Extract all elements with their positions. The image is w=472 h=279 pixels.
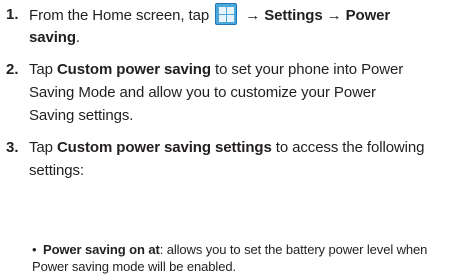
- custom-power-saving-settings-label: Custom power saving settings: [56, 139, 272, 156]
- step-number: 1.: [6, 6, 19, 23]
- step-2-text: Tap: [29, 61, 57, 78]
- power-saving-on-at-label: Power saving on at: [43, 242, 160, 257]
- bullet-mark: •: [32, 242, 37, 257]
- step-number: 3.: [6, 139, 19, 156]
- apps-grid-icon: [215, 3, 238, 25]
- instructions-document: 1. From the Home screen, tap → Settings …: [0, 0, 472, 279]
- bullet-line-1: Power saving on at: allows you to set th…: [43, 241, 427, 258]
- step-2-line-3: Saving settings.: [29, 107, 134, 124]
- settings-path: → Settings → Power: [245, 7, 391, 24]
- step-3-text: Tap: [29, 139, 57, 156]
- step-1-text: From the Home screen, tap: [29, 7, 210, 24]
- step-2-line-1: Tap Custom power saving to set your phon…: [29, 58, 403, 82]
- step-2-text-cont: to set your phone into Power: [210, 61, 404, 78]
- custom-power-saving-label: Custom power saving: [56, 61, 211, 78]
- bullet-line-2: Power saving mode will be enabled.: [32, 259, 236, 274]
- step-1-line-2: saving.: [29, 26, 80, 50]
- bullet-text: : allows you to set the battery power le…: [159, 242, 428, 257]
- period: .: [75, 29, 80, 46]
- step-2-line-2: Saving Mode and allow you to customize y…: [29, 84, 376, 101]
- step-3-line-1: Tap Custom power saving settings to acce…: [29, 136, 424, 160]
- step-1-line-1: From the Home screen, tap → Settings → P…: [29, 3, 390, 28]
- power-saving-label: saving: [29, 29, 76, 46]
- step-3-text-cont: to access the following: [271, 139, 425, 156]
- step-3-line-2: settings:: [29, 162, 84, 179]
- step-number: 2.: [6, 61, 19, 78]
